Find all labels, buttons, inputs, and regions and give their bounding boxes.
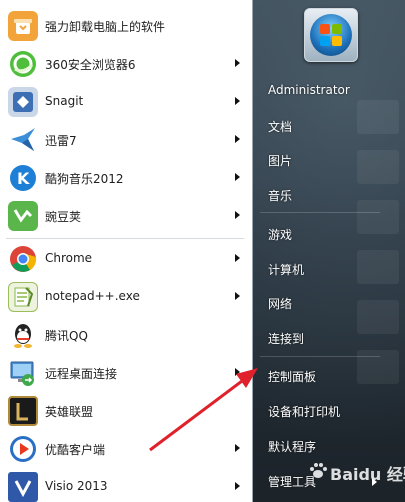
program-label: 强力卸载电脑上的软件 [45, 20, 166, 34]
program-list: 强力卸载电脑上的软件 360安全浏览器6 Snagit 迅雷7 K 酷狗音乐20… [0, 0, 253, 502]
program-label: 豌豆荚 [45, 210, 82, 224]
youku-icon [8, 434, 38, 464]
right-item-computer[interactable]: 计算机 [268, 261, 304, 278]
program-item-kugou[interactable]: K 酷狗音乐2012 [0, 160, 252, 196]
program-label: notepad++.exe [45, 289, 140, 303]
program-item-qq[interactable]: 腾讯QQ [0, 317, 252, 353]
program-item-notepadpp[interactable]: notepad++.exe [0, 279, 252, 315]
submenu-arrow-icon[interactable] [235, 135, 240, 143]
uninstall-icon [8, 11, 38, 41]
program-label: 英雄联盟 [45, 405, 94, 419]
program-label: Visio 2013 [45, 479, 108, 493]
svg-text:K: K [17, 169, 30, 188]
right-separator [260, 212, 380, 213]
right-item-control-panel[interactable]: 控制面板 [268, 368, 316, 385]
submenu-arrow-icon[interactable] [235, 444, 240, 452]
remote-desktop-icon [8, 358, 38, 388]
right-item-user-name[interactable]: Administrator [268, 83, 350, 97]
program-item-lol[interactable]: 英雄联盟 [0, 393, 252, 429]
submenu-arrow-icon[interactable] [235, 368, 240, 376]
program-item-chrome[interactable]: Chrome [0, 241, 252, 277]
program-label: Snagit [45, 94, 84, 108]
thunder-icon [8, 125, 38, 155]
background-tiles [345, 100, 405, 500]
right-item-connect-to[interactable]: 连接到 [268, 330, 304, 347]
baidu-paw-icon [310, 463, 327, 478]
watermark-text: Baidu 经验 [330, 465, 405, 484]
right-item-devices-printers[interactable]: 设备和打印机 [268, 403, 340, 420]
program-item-360-browser[interactable]: 360安全浏览器6 [0, 46, 252, 82]
submenu-arrow-icon[interactable] [235, 211, 240, 219]
program-label: 迅雷7 [45, 134, 77, 148]
user-avatar[interactable] [304, 8, 358, 62]
lol-icon [8, 396, 38, 426]
submenu-arrow-icon[interactable] [235, 292, 240, 300]
qq-icon [8, 320, 38, 350]
right-item-network[interactable]: 网络 [268, 295, 292, 312]
baidu-watermark: Baidu 经验 [282, 455, 405, 495]
right-item-pictures[interactable]: 图片 [268, 152, 292, 169]
kugou-icon: K [8, 163, 38, 193]
program-label: Chrome [45, 251, 93, 265]
program-label: 360安全浏览器6 [45, 58, 136, 72]
list-separator [6, 238, 244, 239]
notepadpp-icon [8, 282, 38, 312]
submenu-arrow-icon[interactable] [235, 482, 240, 490]
360-browser-icon [8, 49, 38, 79]
visio-icon [8, 472, 38, 502]
program-item-wandoujia[interactable]: 豌豆荚 [0, 198, 252, 234]
right-item-games[interactable]: 游戏 [268, 226, 292, 243]
program-label: 酷狗音乐2012 [45, 172, 124, 186]
submenu-arrow-icon[interactable] [235, 254, 240, 262]
program-item-youku[interactable]: 优酷客户端 [0, 431, 252, 467]
program-label: 优酷客户端 [45, 443, 106, 457]
windows-flag-icon [320, 24, 342, 46]
submenu-arrow-icon[interactable] [235, 59, 240, 67]
submenu-arrow-icon[interactable] [235, 97, 240, 105]
snagit-icon [8, 87, 38, 117]
right-item-documents[interactable]: 文档 [268, 118, 292, 135]
program-item-remote-desktop[interactable]: 远程桌面连接 [0, 355, 252, 391]
program-label: 腾讯QQ [45, 329, 88, 343]
submenu-arrow-icon[interactable] [235, 173, 240, 181]
right-separator [260, 356, 380, 357]
right-item-default-programs[interactable]: 默认程序 [268, 438, 316, 455]
wandoujia-icon [8, 201, 38, 231]
program-item-thunder[interactable]: 迅雷7 [0, 122, 252, 158]
program-item-visio[interactable]: Visio 2013 [0, 469, 252, 502]
chrome-icon [8, 244, 38, 274]
right-item-music[interactable]: 音乐 [268, 187, 292, 204]
program-item-snagit[interactable]: Snagit [0, 84, 252, 120]
program-label: 远程桌面连接 [45, 367, 118, 381]
program-item-uninstaller[interactable]: 强力卸载电脑上的软件 [0, 8, 252, 44]
